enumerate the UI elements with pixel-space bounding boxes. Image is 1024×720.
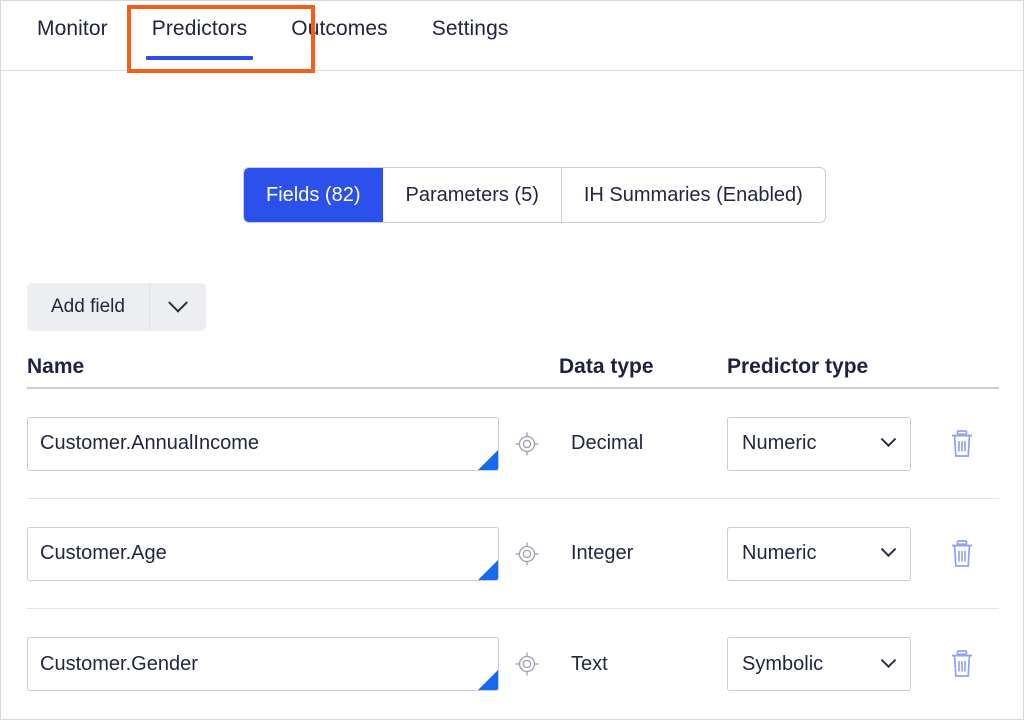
column-header-predictor-type: Predictor type: [727, 355, 869, 378]
app-page: Monitor Predictors Outcomes Settings Fie…: [0, 0, 1024, 720]
nav-tab-label: Outcomes: [291, 17, 388, 40]
trash-icon[interactable]: [948, 649, 976, 679]
nav-tab-label: Monitor: [37, 17, 108, 40]
data-type-value: Text: [571, 652, 608, 675]
predictor-type-cell: Numeric: [727, 416, 927, 471]
nav-tab-label: Settings: [431, 17, 509, 40]
data-type-value: Decimal: [571, 432, 644, 454]
table-row: Customer.AnnualIncome Decimal Numeric: [27, 389, 999, 499]
nav-tab-outcomes[interactable]: Outcomes: [269, 1, 410, 70]
chevron-down-icon: [880, 541, 897, 558]
nav-tab-settings[interactable]: Settings: [410, 1, 531, 70]
chevron-down-icon: [880, 651, 897, 668]
chevron-down-icon: [168, 292, 188, 313]
add-field-split-button: Add field: [27, 283, 206, 331]
segment-label: Fields (82): [266, 183, 361, 206]
predictor-type-select[interactable]: Numeric: [727, 526, 911, 581]
field-name-input[interactable]: Customer.Age: [27, 526, 499, 581]
predictor-type-value: Numeric: [742, 432, 817, 454]
field-name-cell: Customer.AnnualIncome: [27, 416, 559, 471]
row-actions-cell: [927, 649, 997, 679]
field-name-value: Customer.Gender: [40, 652, 198, 675]
nav-tab-predictors[interactable]: Predictors: [130, 1, 270, 70]
predictor-type-cell: Symbolic: [727, 637, 927, 691]
segment-ih-summaries[interactable]: IH Summaries (Enabled): [561, 168, 825, 222]
predictor-type-value: Symbolic: [742, 652, 824, 675]
field-name-cell: Customer.Gender: [27, 637, 559, 691]
row-actions-cell: [927, 539, 997, 569]
add-field-label: Add field: [51, 296, 125, 317]
row-actions-cell: [927, 429, 997, 459]
target-icon[interactable]: [513, 430, 541, 458]
segment-label: Parameters (5): [405, 183, 539, 206]
nav-tab-label: Predictors: [151, 17, 248, 40]
segmented-control: Fields (82) Parameters (5) IH Summaries …: [244, 168, 825, 222]
segment-fields[interactable]: Fields (82): [244, 168, 384, 222]
trash-icon[interactable]: [948, 539, 976, 569]
target-icon[interactable]: [513, 540, 541, 568]
field-name-input[interactable]: Customer.Gender: [27, 637, 499, 691]
predictor-type-cell: Numeric: [727, 526, 927, 581]
top-navbar: Monitor Predictors Outcomes Settings: [1, 1, 1023, 71]
input-resize-corner: [478, 670, 498, 690]
add-field-button[interactable]: Add field: [27, 283, 149, 331]
active-tab-underline: [145, 56, 254, 60]
input-resize-corner: [478, 449, 498, 470]
fields-table: Name Data type Predictor type Customer.A…: [27, 349, 999, 719]
target-icon[interactable]: [513, 650, 541, 678]
add-field-dropdown-toggle[interactable]: [150, 283, 206, 331]
column-header-name: Name: [27, 355, 85, 378]
input-resize-corner: [478, 559, 498, 580]
trash-icon[interactable]: [948, 429, 976, 459]
table-row: Customer.Age Integer Numeric: [27, 499, 999, 609]
field-name-cell: Customer.Age: [27, 526, 559, 581]
predictor-type-select[interactable]: Symbolic: [727, 637, 911, 691]
predictor-type-select[interactable]: Numeric: [727, 416, 911, 471]
field-name-input[interactable]: Customer.AnnualIncome: [27, 416, 499, 471]
segment-parameters[interactable]: Parameters (5): [383, 168, 562, 222]
segment-label: IH Summaries (Enabled): [583, 183, 803, 206]
predictor-type-value: Numeric: [742, 542, 817, 564]
table-row: Customer.Gender Text Symbolic: [27, 609, 999, 719]
column-header-data-type: Data type: [559, 355, 654, 378]
field-name-value: Customer.Age: [40, 542, 167, 564]
data-type-value: Integer: [571, 542, 634, 564]
chevron-down-icon: [880, 431, 897, 448]
nav-tab-list: Monitor Predictors Outcomes Settings: [1, 1, 1023, 70]
table-header-row: Name Data type Predictor type: [27, 349, 999, 389]
nav-tab-monitor[interactable]: Monitor: [15, 1, 130, 70]
field-name-value: Customer.AnnualIncome: [40, 432, 260, 454]
